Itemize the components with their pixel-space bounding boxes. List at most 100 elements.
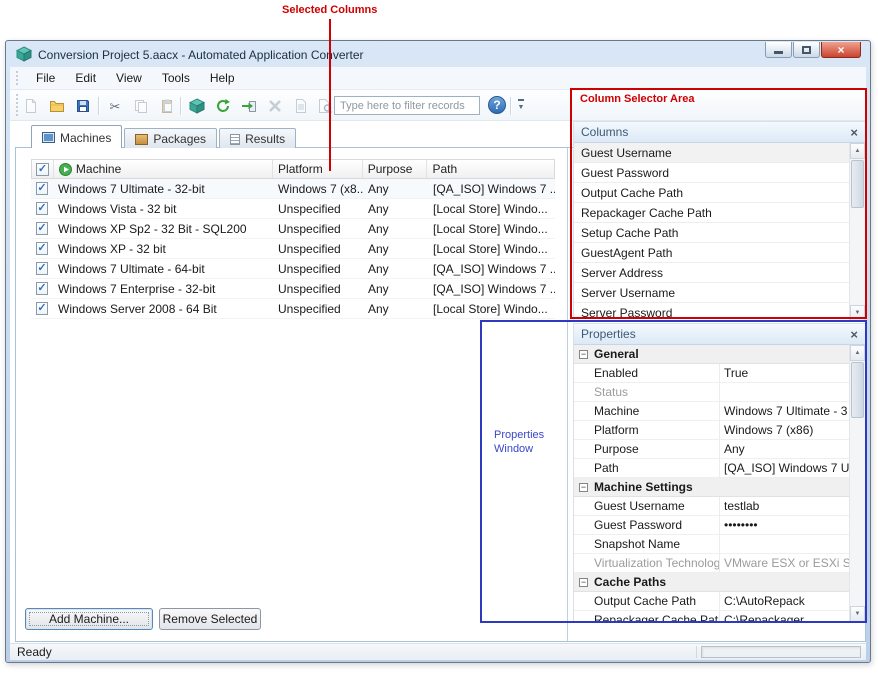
help-button[interactable]	[488, 96, 506, 114]
row-checkbox[interactable]	[36, 242, 48, 255]
tab-label: Machines	[60, 131, 111, 145]
machine-row[interactable]: Windows Server 2008 - 64 BitUnspecifiedA…	[31, 299, 555, 319]
purpose-column-header[interactable]: Purpose	[363, 160, 428, 178]
menu-view[interactable]: View	[106, 68, 152, 88]
tab-packages[interactable]: Packages	[124, 128, 217, 148]
tab-strip: Machines Packages Results	[31, 125, 296, 148]
overflow-bar-icon	[518, 99, 524, 101]
cut-button[interactable]	[104, 95, 126, 117]
machine-row[interactable]: Windows 7 Ultimate - 64-bitUnspecifiedAn…	[31, 259, 555, 279]
row-checkbox[interactable]	[36, 182, 48, 195]
status-bar: Ready	[10, 643, 866, 660]
tab-label: Packages	[153, 132, 206, 146]
menu-bar: FileEditViewToolsHelp	[10, 67, 866, 90]
machine-row[interactable]: Windows XP Sp2 - 32 Bit - SQL200Unspecif…	[31, 219, 555, 239]
open-project-button[interactable]	[46, 95, 68, 117]
tab-machines[interactable]: Machines	[31, 125, 122, 148]
results-tab-icon	[230, 134, 240, 145]
grip-handle	[16, 71, 18, 85]
maximize-button[interactable]	[793, 42, 820, 58]
machine-name-cell: Windows 7 Ultimate - 32-bit	[53, 179, 273, 198]
progress-area	[701, 646, 861, 658]
save-icon	[75, 98, 91, 114]
path-cell: [Local Store] Windo...	[428, 219, 555, 238]
toolbar-overflow-button[interactable]	[516, 97, 526, 115]
platform-cell: Unspecified	[273, 299, 363, 318]
machines-tab-icon	[42, 132, 55, 143]
select-all-checkbox[interactable]	[36, 163, 49, 176]
machine-name-cell: Windows Vista - 32 bit	[53, 199, 273, 218]
chevron-down-icon	[516, 104, 526, 111]
machine-column-header[interactable]: Machine	[54, 160, 273, 178]
menu-edit[interactable]: Edit	[65, 68, 106, 88]
open-folder-icon	[49, 98, 65, 114]
path-column-header[interactable]: Path	[427, 160, 554, 178]
new-project-button[interactable]	[20, 95, 42, 117]
purpose-cell: Any	[363, 259, 428, 278]
annotation-properties-window-box	[480, 320, 867, 623]
close-icon	[837, 44, 844, 56]
menu-help[interactable]: Help	[200, 68, 245, 88]
paste-button[interactable]	[156, 95, 178, 117]
platform-cell: Windows 7 (x8...	[273, 179, 363, 198]
path-cell: [Local Store] Windo...	[428, 199, 555, 218]
view-log-button[interactable]	[314, 95, 336, 117]
run-conversion-button[interactable]	[238, 95, 260, 117]
machine-name-cell: Windows 7 Ultimate - 64-bit	[53, 259, 273, 278]
row-checkbox[interactable]	[36, 302, 48, 315]
view-report-button[interactable]	[290, 95, 312, 117]
new-document-icon	[23, 98, 39, 114]
status-divider	[696, 646, 697, 658]
path-cell: [Local Store] Windo...	[428, 239, 555, 258]
annotation-properties-window-label: Properties Window	[494, 428, 544, 456]
purpose-cell: Any	[363, 279, 428, 298]
row-checkbox[interactable]	[36, 222, 48, 235]
path-cell: [QA_ISO] Windows 7 ...	[428, 179, 555, 198]
machine-name-cell: Windows 7 Enterprise - 32-bit	[53, 279, 273, 298]
menu-file[interactable]: File	[26, 68, 65, 88]
menu-tools[interactable]: Tools	[152, 68, 200, 88]
machine-name-cell: Windows Server 2008 - 64 Bit	[53, 299, 273, 318]
maximize-icon	[802, 46, 811, 54]
machine-row[interactable]: Windows XP - 32 bitUnspecifiedAny[Local …	[31, 239, 555, 259]
minimize-button[interactable]	[765, 42, 792, 58]
platform-column-header[interactable]: Platform	[273, 160, 363, 178]
annotation-selected-columns-label: Selected Columns	[282, 4, 377, 16]
app-icon	[16, 46, 32, 62]
purpose-cell: Any	[363, 239, 428, 258]
import-arrow-icon	[241, 98, 257, 114]
remove-selected-button[interactable]: Remove Selected	[159, 608, 261, 630]
packages-tab-icon	[135, 134, 148, 145]
delete-button[interactable]	[264, 95, 286, 117]
copy-button[interactable]	[130, 95, 152, 117]
machine-cube-icon	[189, 98, 205, 114]
copy-icon	[133, 98, 149, 114]
refresh-button[interactable]	[212, 95, 234, 117]
path-cell: [QA_ISO] Windows 7 ...	[428, 279, 555, 298]
refresh-icon	[215, 98, 231, 114]
path-cell: [QA_ISO] Windows 7 ...	[428, 259, 555, 278]
machine-row[interactable]: Windows Vista - 32 bitUnspecifiedAny[Loc…	[31, 199, 555, 219]
machine-name-cell: Windows XP Sp2 - 32 Bit - SQL200	[53, 219, 273, 238]
machine-name-cell: Windows XP - 32 bit	[53, 239, 273, 258]
machine-row[interactable]: Windows 7 Ultimate - 32-bitWindows 7 (x8…	[31, 179, 555, 199]
purpose-cell: Any	[363, 219, 428, 238]
purpose-cell: Any	[363, 199, 428, 218]
menu-items: FileEditViewToolsHelp	[26, 68, 245, 88]
annotation-pointer-line	[329, 19, 331, 171]
row-checkbox[interactable]	[36, 262, 48, 275]
toolbar-separator	[510, 97, 511, 115]
path-cell: [Local Store] Windo...	[428, 299, 555, 318]
add-machine-toolbar-button[interactable]	[186, 95, 208, 117]
row-checkbox[interactable]	[36, 202, 48, 215]
add-machine-button[interactable]: Add Machine...	[25, 608, 153, 630]
row-checkbox[interactable]	[36, 282, 48, 295]
annotation-column-selector-box	[570, 88, 867, 319]
toolbar-separator	[98, 97, 99, 115]
tab-results[interactable]: Results	[219, 128, 296, 148]
save-project-button[interactable]	[72, 95, 94, 117]
tab-label: Results	[245, 132, 285, 146]
close-button[interactable]	[821, 42, 861, 58]
filter-input[interactable]	[334, 96, 480, 115]
machine-row[interactable]: Windows 7 Enterprise - 32-bitUnspecified…	[31, 279, 555, 299]
